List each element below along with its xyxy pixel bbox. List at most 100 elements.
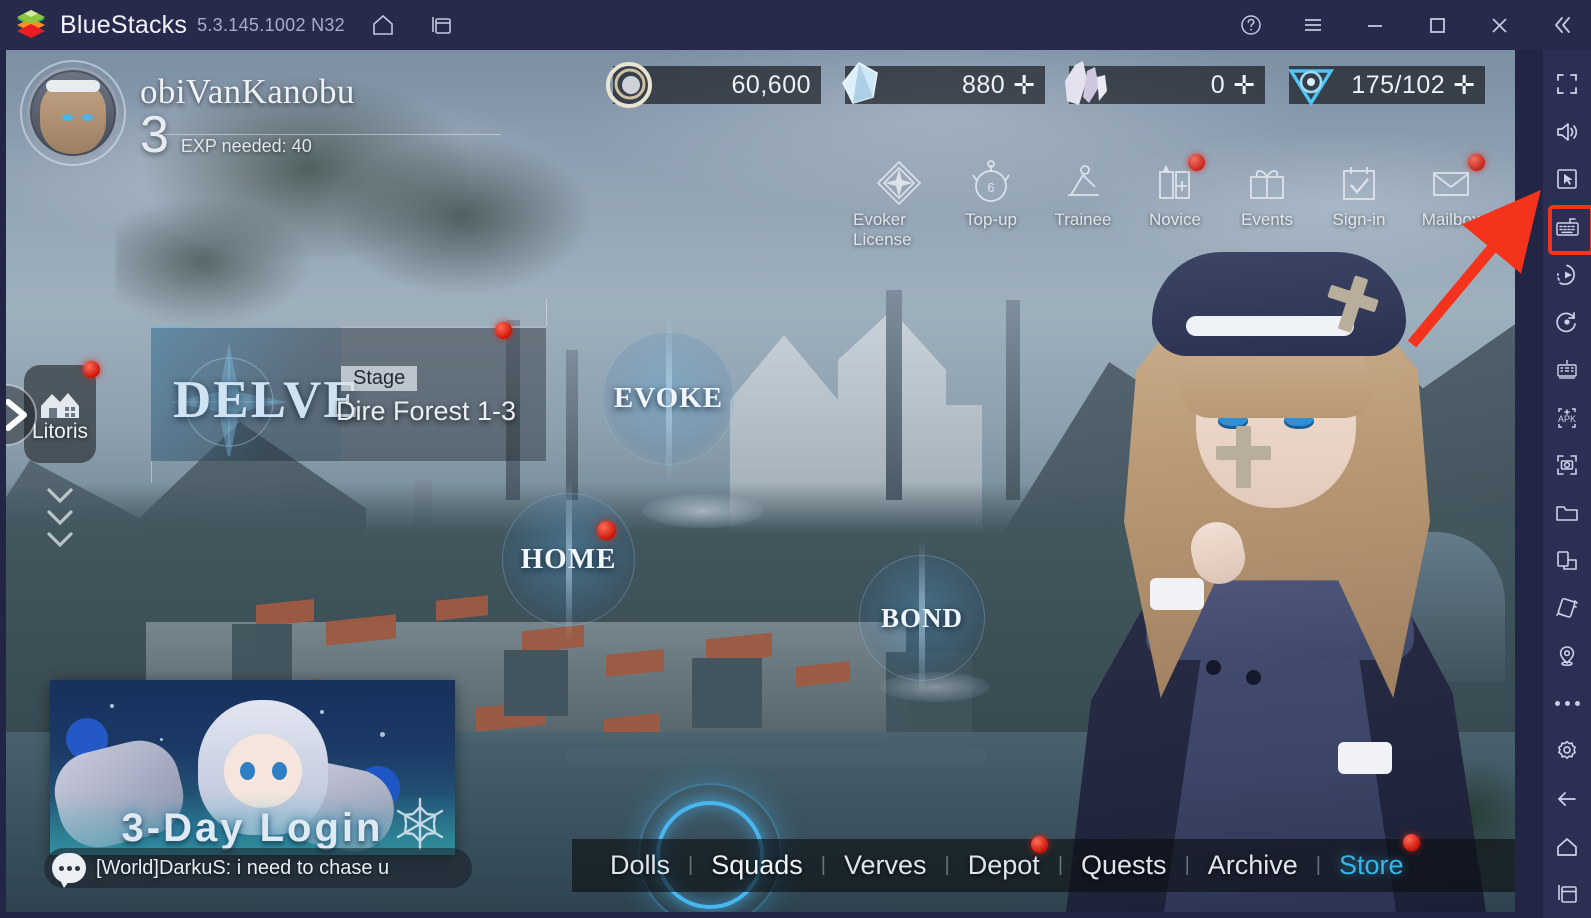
banner-character-eye-right	[272, 762, 287, 780]
trainee-button[interactable]: Trainee	[1037, 158, 1129, 250]
trainee-icon	[1057, 158, 1109, 208]
game-viewport[interactable]: obiVanKanobu 3 EXP needed: 40 60,600 880…	[6, 50, 1515, 912]
novice-label: Novice	[1149, 210, 1201, 229]
mailbox-button[interactable]: Mailbox	[1405, 154, 1497, 250]
screenshot-icon[interactable]	[1545, 441, 1589, 489]
chat-bar[interactable]: [World]DarkuS: i need to chase u	[44, 848, 472, 888]
nav-verves[interactable]: Verves	[842, 850, 929, 881]
currency-bar: 60,600 880 ✛ 0 ✛ 175/102 ✛	[589, 61, 1485, 108]
nav-quests[interactable]: Quests	[1079, 850, 1169, 881]
keyboard-controls-icon[interactable]	[1545, 203, 1591, 255]
novice-badge	[1188, 154, 1205, 171]
avatar-eye-left	[62, 114, 73, 121]
multi-instance-icon[interactable]	[421, 5, 461, 45]
back-arrow-icon[interactable]	[1545, 775, 1589, 823]
android-home-icon[interactable]	[1545, 823, 1589, 871]
evoker-license-label: Evoker License	[853, 210, 912, 249]
scroll-down-chevrons[interactable]	[42, 482, 78, 564]
home-node[interactable]: HOME	[502, 493, 635, 626]
ring-coin-icon	[601, 57, 657, 113]
home-icon[interactable]	[363, 5, 403, 45]
bond-node[interactable]: BOND	[859, 555, 985, 681]
stamina-add-icon[interactable]: ✛	[1453, 72, 1475, 98]
sync-operations-icon[interactable]	[1545, 298, 1589, 346]
nav-separator-2: |	[820, 854, 826, 876]
volume-icon[interactable]	[1545, 108, 1589, 156]
gem-add-icon[interactable]: ✛	[1013, 72, 1035, 98]
banner-star-3	[380, 732, 385, 737]
neck-cross-bar	[1216, 446, 1271, 460]
multi-instance-sync-icon[interactable]	[1545, 346, 1589, 394]
shake-icon[interactable]	[1545, 584, 1589, 632]
gem-currency[interactable]: 880 ✛	[842, 61, 1045, 104]
bond-node-label: BOND	[880, 602, 963, 633]
purple-shard-icon	[1057, 57, 1113, 113]
gold-currency[interactable]: 60,600	[606, 62, 821, 108]
mailbox-badge	[1468, 154, 1485, 171]
nav-quests-label: Quests	[1081, 850, 1167, 880]
avatar[interactable]	[20, 60, 126, 166]
rotate-layout-icon[interactable]	[1545, 537, 1589, 585]
home-node-badge	[597, 521, 616, 540]
media-manager-icon[interactable]	[1545, 489, 1589, 537]
stamina-currency[interactable]: 175/102 ✛	[1287, 66, 1485, 107]
nav-verves-label: Verves	[844, 850, 927, 880]
close-icon[interactable]	[1479, 5, 1519, 45]
expand-left-panel-button[interactable]	[6, 380, 46, 450]
avatar-hair	[40, 82, 106, 154]
nav-store[interactable]: Store	[1337, 834, 1420, 881]
shard-add-icon[interactable]: ✛	[1233, 72, 1255, 98]
top-up-icon: 6	[965, 158, 1017, 208]
evoke-node-label: EVOKE	[613, 382, 724, 414]
player-profile[interactable]: obiVanKanobu 3 EXP needed: 40	[20, 60, 355, 166]
login-event-banner[interactable]: 3-Day Login	[50, 680, 455, 855]
macro-recorder-icon[interactable]	[1545, 251, 1589, 299]
chat-bubble-icon	[52, 853, 86, 883]
sign-in-button[interactable]: Sign-in	[1313, 158, 1405, 250]
crystal-gem-icon	[833, 57, 889, 113]
settings-gear-icon[interactable]	[1545, 727, 1589, 775]
nav-dolls[interactable]: Dolls	[608, 850, 672, 881]
cursor-icon[interactable]	[1545, 155, 1589, 203]
top-up-button[interactable]: 6 Top-up	[945, 158, 1037, 250]
eye-sigil-icon	[1283, 57, 1339, 113]
avatar-portrait	[32, 72, 114, 154]
svg-text:APK: APK	[1558, 414, 1576, 424]
litoris-badge	[83, 361, 100, 378]
character-illustration	[1046, 230, 1506, 912]
shard-currency[interactable]: 0 ✛	[1065, 61, 1265, 105]
nav-depot[interactable]: Depot	[966, 836, 1048, 881]
nav-archive[interactable]: Archive	[1206, 850, 1300, 881]
install-apk-icon[interactable]: APK	[1545, 394, 1589, 442]
fullscreen-icon[interactable]	[1545, 60, 1589, 108]
nav-squads[interactable]: Squads	[709, 850, 805, 881]
bottom-navigation: Dolls | Squads | Verves | Depot | Quests…	[572, 834, 1515, 892]
location-icon[interactable]	[1545, 632, 1589, 680]
evoker-license-button[interactable]: Evoker License	[853, 158, 945, 250]
recent-apps-icon[interactable]	[1545, 870, 1589, 918]
player-level: 3	[140, 106, 169, 164]
help-icon[interactable]	[1231, 5, 1271, 45]
app-title: BlueStacks	[60, 10, 188, 39]
events-button[interactable]: Events	[1221, 158, 1313, 250]
nav-depot-badge	[1030, 836, 1048, 853]
nav-squads-label: Squads	[711, 850, 803, 880]
delve-panel[interactable]: DELVE Stage Dire Forest 1-3	[151, 298, 547, 483]
evoke-platform	[642, 494, 764, 528]
spire-4	[1006, 300, 1020, 500]
novice-button[interactable]: Novice	[1129, 154, 1221, 250]
window-controls	[1209, 5, 1591, 45]
shard-value: 0	[1210, 70, 1226, 99]
mailbox-label: Mailbox	[1421, 210, 1481, 229]
home-node-label: HOME	[520, 543, 617, 575]
more-icon[interactable]	[1545, 680, 1589, 728]
evoke-node[interactable]: EVOKE	[602, 332, 735, 465]
player-name: obiVanKanobu	[140, 72, 355, 111]
nav-depot-label: Depot	[967, 850, 1040, 880]
menu-icon[interactable]	[1293, 5, 1333, 45]
character-hat-band	[1186, 316, 1354, 336]
title-bar: BlueStacks 5.3.145.1002 N32	[0, 0, 1591, 50]
minimize-icon[interactable]	[1355, 5, 1395, 45]
collapse-sidebar-icon[interactable]	[1541, 5, 1581, 45]
maximize-icon[interactable]	[1417, 5, 1457, 45]
